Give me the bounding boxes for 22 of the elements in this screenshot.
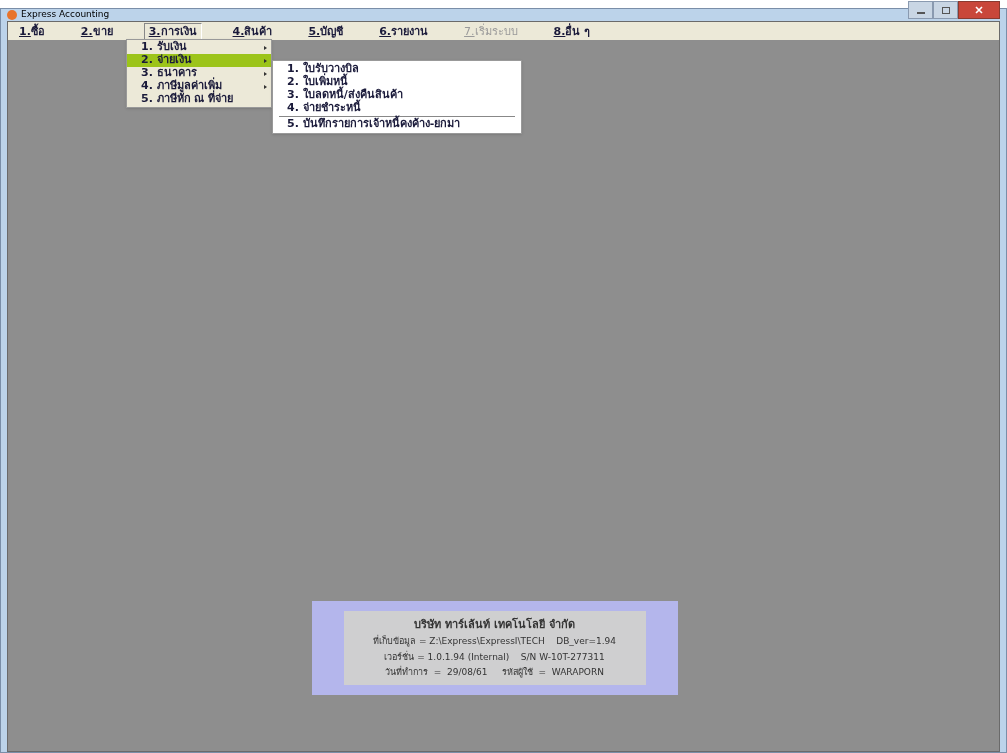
info-line: วันที่ทำการ = 29/08/61 รหัสผู้ใช้ = WARAPORN	[385, 666, 604, 680]
menu-item[interactable]: 1. รับเงิน	[127, 41, 271, 54]
menu-bar-item[interactable]: 1.ซื้อ	[14, 22, 50, 40]
submenu-arrow-icon	[264, 71, 267, 76]
menu-bar-item[interactable]: 5.บัญชี	[303, 22, 349, 40]
close-button[interactable]	[958, 1, 1000, 19]
info-line: ที่เก็บข้อมูล = Z:\Express\ExpressI\TECH DB_ver=1.94	[373, 635, 616, 649]
submenu-arrow-icon	[264, 84, 267, 89]
app-icon	[7, 10, 17, 20]
menu-bar-item[interactable]: 4.สินค้า	[227, 22, 278, 40]
window-title: Express Accounting	[21, 8, 110, 21]
minimize-button[interactable]	[908, 1, 933, 19]
close-icon	[975, 6, 983, 14]
menu-item[interactable]: 2. จ่ายเงิน	[127, 54, 271, 67]
submenu-arrow-icon	[264, 45, 267, 50]
menu-bar-item[interactable]: 8.อื่น ๆ	[548, 22, 596, 40]
maximize-button[interactable]	[933, 1, 958, 19]
info-line: เวอร์ชั่น = 1.0.1.94 (Internal) S/N W-10T-277311	[384, 650, 605, 664]
menu-bar-item[interactable]: 2.ขาย	[75, 22, 118, 40]
menu-bar-item[interactable]: 6.รายงาน	[374, 22, 434, 40]
company-name: บริษัท ทาร์เล้นท์ เทคโนโลยี จำกัด	[414, 616, 575, 633]
submenu-arrow-icon	[264, 58, 267, 63]
